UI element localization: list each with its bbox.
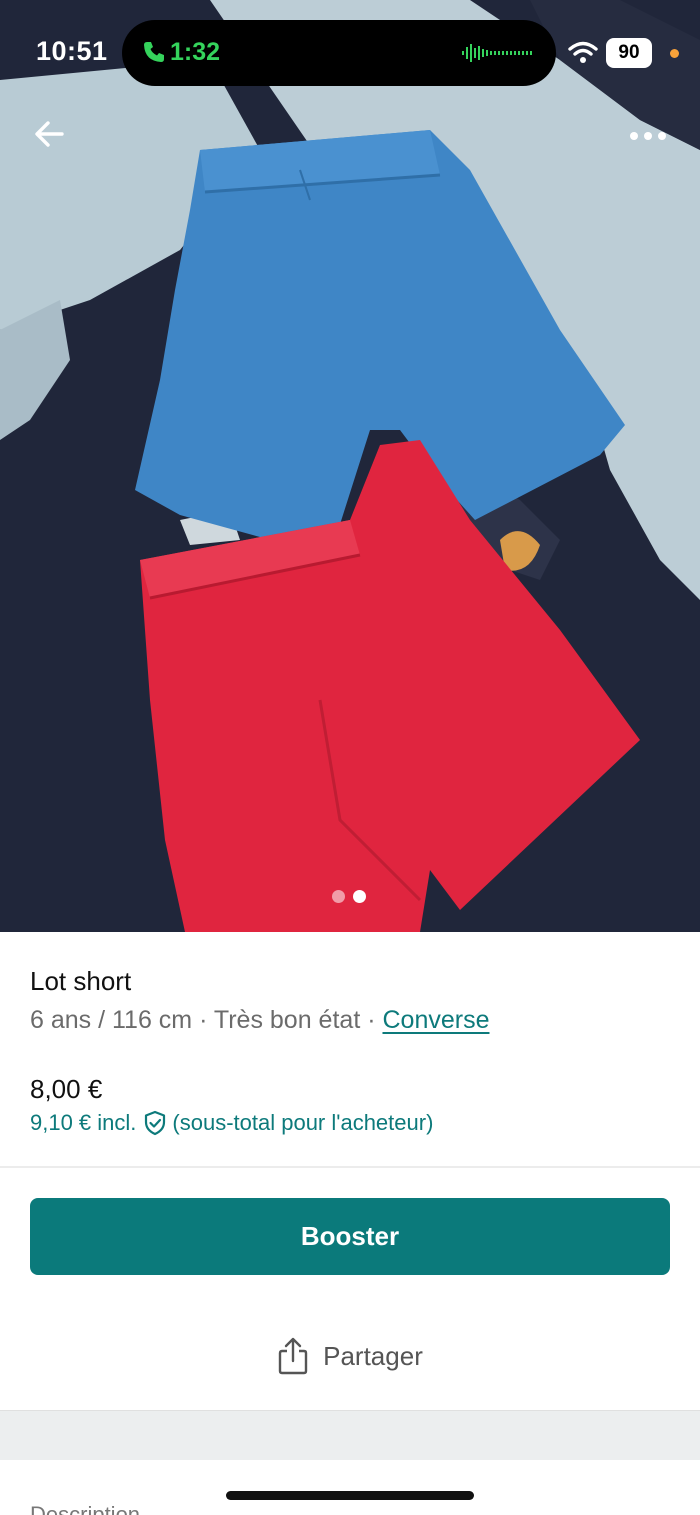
brand-link[interactable]: Converse (382, 1006, 489, 1034)
share-label: Partager (323, 1340, 423, 1371)
item-title: Lot short (30, 966, 132, 996)
shield-check-icon (145, 1110, 166, 1136)
item-meta: 6 ans / 116 cm · Très bon état · Convers… (30, 1006, 489, 1035)
product-image (0, 0, 700, 932)
battery-indicator: 90 (606, 38, 652, 68)
arrow-left-icon[interactable] (28, 112, 72, 156)
pagination-dot-1[interactable] (332, 890, 345, 903)
divider (0, 1166, 700, 1168)
audio-waveform-icon (462, 44, 532, 62)
call-duration: 1:32 (170, 38, 221, 66)
active-call-pill[interactable]: 1:32 (122, 20, 556, 86)
item-size-condition: 6 ans / 116 cm · Très bon état · (30, 1006, 383, 1034)
price-incl-note: (sous-total pour l'acheteur) (172, 1110, 434, 1135)
wifi-icon (568, 41, 598, 63)
item-price: 8,00 € (30, 1074, 103, 1104)
pagination-dot-2-active[interactable] (353, 890, 366, 903)
description-heading: Description (30, 1502, 141, 1515)
image-pagination[interactable] (332, 890, 366, 903)
item-photo[interactable]: 10:51 1:32 90 (0, 0, 700, 932)
price-incl-value: 9,10 € incl. (30, 1110, 137, 1135)
buyer-price-info[interactable]: 9,10 € incl. (sous-total pour l'acheteur… (30, 1110, 433, 1136)
share-icon (278, 1337, 308, 1375)
share-button[interactable]: Partager (0, 1326, 700, 1386)
privacy-indicator-dot (670, 49, 679, 58)
booster-button[interactable]: Booster (30, 1198, 670, 1275)
status-time: 10:51 (36, 36, 108, 66)
phone-icon (144, 42, 164, 62)
home-indicator[interactable] (226, 1491, 474, 1500)
more-horizontal-icon[interactable] (624, 116, 672, 156)
section-separator (0, 1410, 700, 1460)
